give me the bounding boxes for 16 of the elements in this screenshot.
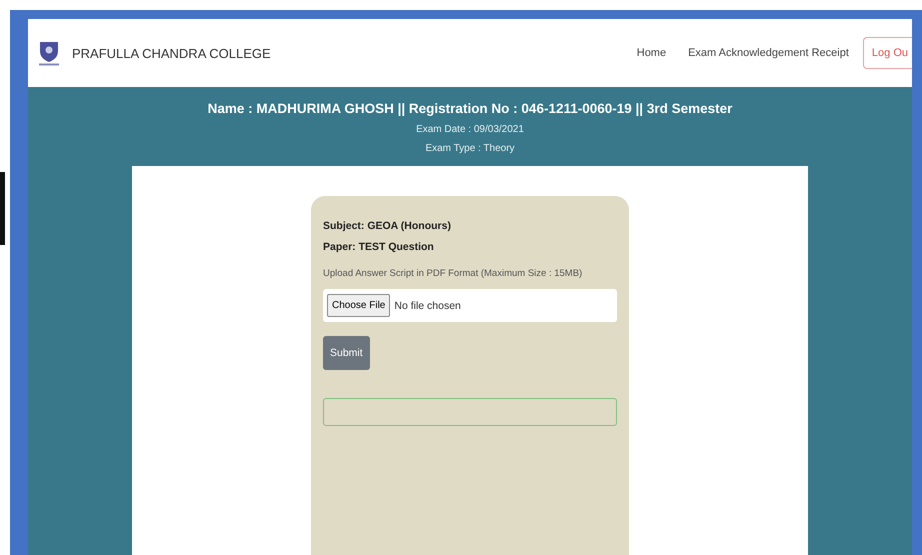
file-input[interactable]: Choose File No file chosen xyxy=(323,289,617,322)
choose-file-button[interactable]: Choose File xyxy=(327,294,390,317)
subject-label: Subject: GEOA (Honours) xyxy=(323,220,451,232)
exam-date: Exam Date : 09/03/2021 xyxy=(416,124,524,135)
submit-button[interactable]: Submit xyxy=(323,336,370,370)
status-field[interactable] xyxy=(323,398,617,426)
logout-button[interactable]: Log Ou xyxy=(862,37,912,69)
upload-instruction: Upload Answer Script in PDF Format (Maximum Size : 15MB) xyxy=(323,268,582,279)
paper-label: Paper: TEST Question xyxy=(323,241,434,253)
exam-type: Exam Type : Theory xyxy=(425,143,515,154)
file-status: No file chosen xyxy=(394,300,461,312)
shield-logo-icon xyxy=(38,40,60,66)
nav-link[interactable]: Home xyxy=(636,47,666,59)
nav-link[interactable]: Exam Acknowledgement Receipt xyxy=(688,47,849,59)
college-name: PRAFULLA CHANDRA COLLEGE xyxy=(72,46,271,60)
student-info-heading: Name : MADHURIMA GHOSH || Registration No : 046-1211-0060-19 || 3rd Semester xyxy=(208,101,732,116)
